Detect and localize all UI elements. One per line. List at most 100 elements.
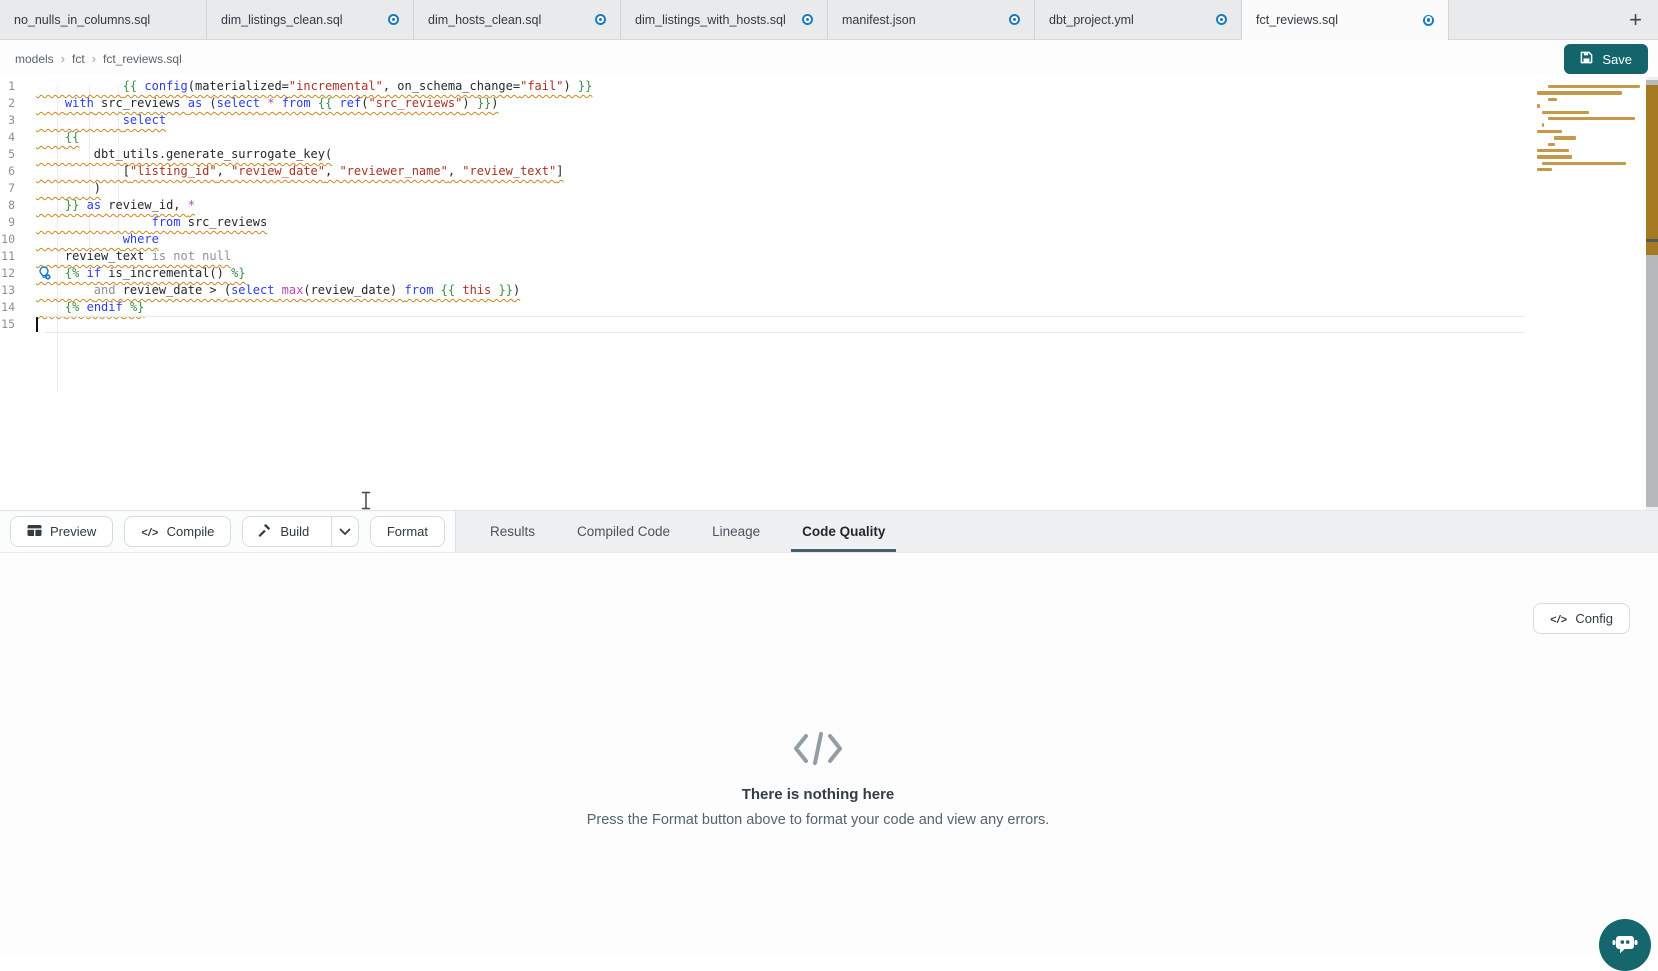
code-line-2[interactable]: 2 with src_reviews as (select * from {{ … <box>0 95 1528 112</box>
result-panel-tabs: ResultsCompiled CodeLineageCode Quality <box>455 511 1658 552</box>
code-text: {% if is_incremental() %} <box>36 266 246 280</box>
save-button[interactable]: Save <box>1564 44 1648 74</box>
scrollbar-position-marker <box>1646 239 1658 242</box>
code-line-6[interactable]: 6 ["listing_id", "review_date", "reviewe… <box>0 163 1528 180</box>
minimap-line <box>1537 104 1540 107</box>
chatbot-button[interactable] <box>1599 919 1651 971</box>
modified-dot-icon[interactable] <box>1216 14 1227 25</box>
editor-scrollbar[interactable] <box>1646 77 1658 510</box>
chatbot-icon <box>1611 932 1639 959</box>
code-text: {% endif %} <box>36 300 144 314</box>
minimap-line <box>1548 143 1555 146</box>
code-text: ["listing_id", "review_date", "reviewer_… <box>36 164 563 178</box>
build-button-label: Build <box>280 524 309 539</box>
modified-dot-icon[interactable] <box>1009 14 1020 25</box>
tab-dim_listings_with_hosts.sql[interactable]: dim_listings_with_hosts.sql <box>621 0 828 39</box>
code-line-10[interactable]: 10 where <box>0 231 1528 248</box>
code-line-12[interactable]: 12 {% if is_incremental() %} <box>0 265 1528 282</box>
code-line-11[interactable]: 11 review_text is not null <box>0 248 1528 265</box>
line-number: 10 <box>0 231 36 248</box>
minimap-line <box>1542 111 1589 114</box>
minimap-line <box>1537 91 1622 94</box>
code-line-9[interactable]: 9 from src_reviews <box>0 214 1528 231</box>
code-text: select <box>36 113 166 127</box>
modified-dot-icon[interactable] <box>802 14 813 25</box>
code-text: {{ <box>36 130 79 144</box>
breadcrumb-item-models[interactable]: models <box>15 52 54 66</box>
build-dropdown-chevron-icon[interactable] <box>331 517 358 546</box>
minimap-line <box>1537 130 1563 133</box>
compile-button[interactable]: </>Compile <box>124 516 231 547</box>
tab-dbt_project.yml[interactable]: dbt_project.yml <box>1035 0 1242 39</box>
code-area[interactable]: 1 {{ config(materialized="incremental", … <box>0 78 1528 333</box>
line-number: 3 <box>0 112 36 129</box>
code-line-13[interactable]: 13 and review_date > (select max(review_… <box>0 282 1528 299</box>
minimap-line <box>1537 149 1570 152</box>
build-button-main[interactable]: Build <box>243 517 323 546</box>
breadcrumb-item-fct_reviews.sql[interactable]: fct_reviews.sql <box>103 52 182 66</box>
tab-dim_listings_clean.sql[interactable]: dim_listings_clean.sql <box>207 0 414 39</box>
build-button[interactable]: Build <box>242 516 358 547</box>
breadcrumb: models›fct›fct_reviews.sql <box>15 51 182 66</box>
code-slash-icon <box>792 732 844 770</box>
minimap-line <box>1554 136 1577 139</box>
tab-label: dbt_project.yml <box>1049 13 1134 27</box>
panel-tab-lineage[interactable]: Lineage <box>691 511 781 552</box>
panel-tab-code-quality[interactable]: Code Quality <box>781 511 906 552</box>
panel-tab-compiled-code[interactable]: Compiled Code <box>556 511 691 552</box>
save-button-label: Save <box>1602 52 1632 67</box>
code-line-8[interactable]: 8 }} as review_id, * <box>0 197 1528 214</box>
bottom-toolbar: Preview </>Compile Build Format ResultsComp… <box>0 510 1658 553</box>
tab-manifest.json[interactable]: manifest.json <box>828 0 1035 39</box>
code-icon: </> <box>1550 611 1567 626</box>
line-number: 4 <box>0 129 36 146</box>
tab-no_nulls_in_columns.sql[interactable]: no_nulls_in_columns.sql <box>0 0 207 39</box>
code-line-14[interactable]: 14 {% endif %} <box>0 299 1528 316</box>
editor-minimap[interactable] <box>1531 85 1643 181</box>
minimap-line <box>1542 162 1626 165</box>
minimap-line <box>1537 155 1573 158</box>
new-tab-button[interactable]: + <box>1629 10 1642 30</box>
tab-dim_hosts_clean.sql[interactable]: dim_hosts_clean.sql <box>414 0 621 39</box>
line-number: 11 <box>0 248 36 265</box>
file-header-bar: models›fct›fct_reviews.sql Save <box>0 40 1658 77</box>
format-button-label: Format <box>387 524 428 539</box>
format-button[interactable]: Format <box>370 516 445 547</box>
code-line-15[interactable]: 15 <box>0 316 1528 333</box>
code-line-5[interactable]: 5 dbt_utils.generate_surrogate_key( <box>0 146 1528 163</box>
config-button[interactable]: </> Config <box>1533 603 1630 634</box>
toolbar-buttons: Preview </>Compile Build Format <box>0 511 455 552</box>
table-icon <box>27 524 42 540</box>
preview-button[interactable]: Preview <box>10 516 113 547</box>
minimap-line <box>1548 117 1635 120</box>
code-line-7[interactable]: 7 ) <box>0 180 1528 197</box>
code-line-4[interactable]: 4 {{ <box>0 129 1528 146</box>
code-action-lightbulb-icon[interactable] <box>37 266 51 280</box>
code-text: }} as review_id, * <box>36 198 195 212</box>
panel-tab-results[interactable]: Results <box>469 511 556 552</box>
line-number: 13 <box>0 282 36 299</box>
save-icon <box>1580 51 1593 67</box>
code-line-1[interactable]: 1 {{ config(materialized="incremental", … <box>0 78 1528 95</box>
code-text: and review_date > (select max(review_dat… <box>36 283 520 297</box>
code-editor[interactable]: 1 {{ config(materialized="incremental", … <box>0 77 1658 510</box>
modified-dot-icon[interactable] <box>388 14 399 25</box>
modified-dot-icon[interactable] <box>1423 15 1434 26</box>
empty-state-title: There is nothing here <box>0 786 1636 803</box>
text-cursor <box>36 317 38 332</box>
chevron-right-icon: › <box>61 51 65 66</box>
code-text: where <box>36 232 159 246</box>
empty-state-subtitle: Press the Format button above to format … <box>0 812 1636 828</box>
modified-dot-icon[interactable] <box>595 14 606 25</box>
code-line-3[interactable]: 3 select <box>0 112 1528 129</box>
tab-label: dim_hosts_clean.sql <box>428 13 541 27</box>
scrollbar-warning-band <box>1646 85 1658 255</box>
line-number: 2 <box>0 95 36 112</box>
breadcrumb-item-fct[interactable]: fct <box>72 52 85 66</box>
editor-tab-bar: no_nulls_in_columns.sqldim_listings_clea… <box>0 0 1658 40</box>
code-text: ) <box>36 181 101 195</box>
tab-label: manifest.json <box>842 13 916 27</box>
line-number: 14 <box>0 299 36 316</box>
tab-fct_reviews.sql[interactable]: fct_reviews.sql <box>1242 0 1449 40</box>
line-number: 6 <box>0 163 36 180</box>
